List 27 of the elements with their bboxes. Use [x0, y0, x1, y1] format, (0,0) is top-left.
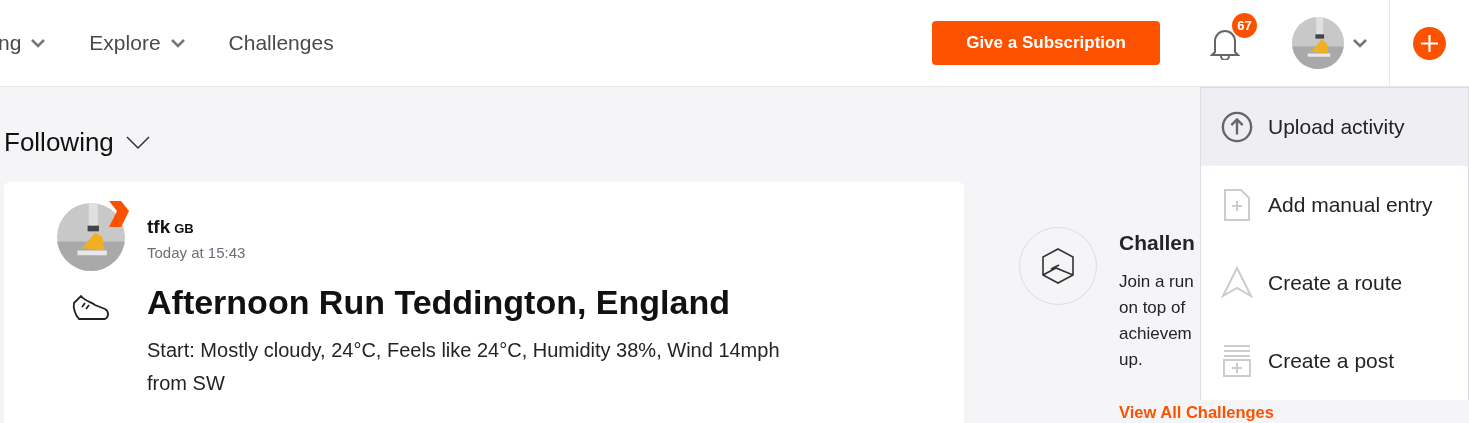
athlete-name[interactable]: tfk: [147, 216, 171, 237]
chevron-icon: [1353, 38, 1367, 48]
post-icon: [1222, 344, 1252, 378]
badge-icon: [106, 201, 129, 227]
challenges-text: achievem: [1119, 323, 1192, 345]
nav-item[interactable]: Explore: [89, 31, 185, 55]
nav-item[interactable]: Challenges: [228, 31, 334, 55]
challenges-text: Join a run: [1119, 271, 1194, 293]
country-code: GB: [174, 221, 194, 236]
upload-icon: [1221, 110, 1253, 144]
menu-item[interactable]: Upload activity: [1201, 88, 1468, 166]
document-plus-icon: [1223, 188, 1251, 222]
shoe-icon: [70, 293, 111, 323]
hexagon-icon: [1041, 247, 1075, 285]
activity-title[interactable]: Afternoon Run Teddington, England: [147, 283, 964, 322]
nav-item[interactable]: ng: [0, 31, 46, 55]
chevron-icon: [125, 135, 150, 150]
notification-badge: 67: [1232, 13, 1257, 38]
feed-filter-dropdown[interactable]: Following: [4, 127, 150, 158]
plus-icon[interactable]: [1413, 26, 1446, 60]
navigation-arrow-icon: [1221, 266, 1253, 298]
challenges-text: up.: [1119, 349, 1143, 371]
profile-menu-button[interactable]: [1292, 17, 1367, 69]
challenges-heading: Challen: [1119, 231, 1195, 255]
activity-time: Today at 15:43: [147, 244, 247, 261]
activity-description: Start: Mostly cloudy, 24°C, Feels like 24°C, Humidity 38%, Wind 14mph from SW: [147, 338, 781, 396]
challenges-text: on top of: [1119, 297, 1186, 319]
